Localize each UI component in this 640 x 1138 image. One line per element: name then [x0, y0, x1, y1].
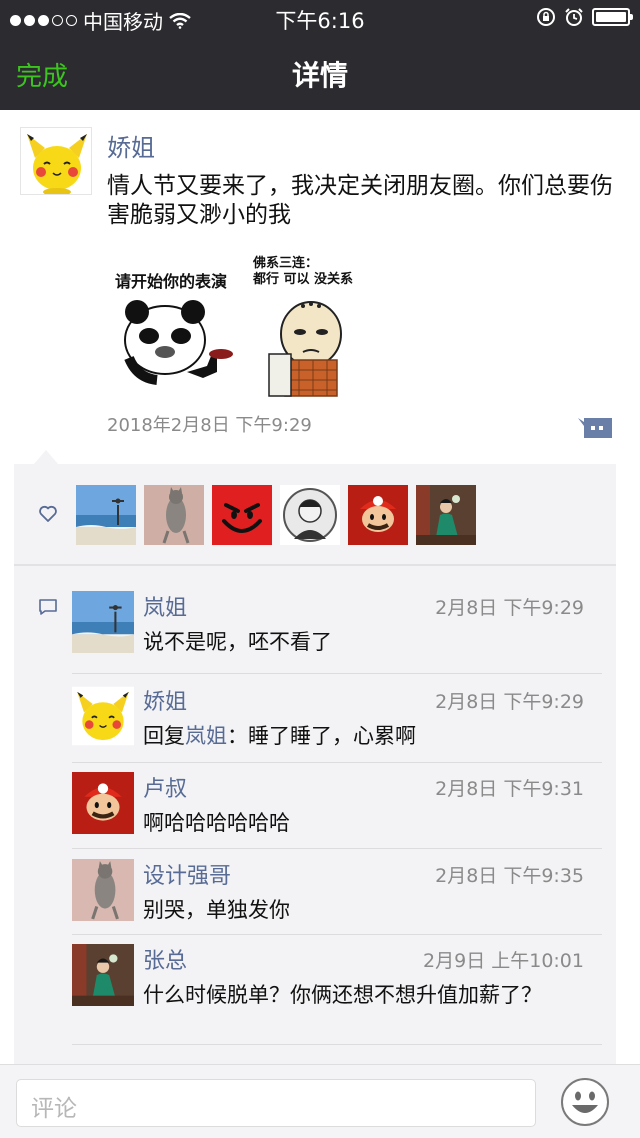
commenter-avatar[interactable] — [72, 685, 134, 747]
mario-avatar-icon — [348, 485, 408, 545]
comment-item[interactable]: 娇姐 2月8日 下午9:29 回复岚姐：睡了睡了，心累啊 — [72, 684, 603, 750]
comment-outline-icon — [39, 599, 57, 615]
rotation-lock-icon — [537, 8, 555, 26]
comment-text: 啊哈哈哈哈哈哈 — [143, 811, 290, 835]
comment-item[interactable]: 张总 2月9日 上午10:01 什么时候脱单？你俩还想不想升值加薪了？ — [72, 943, 602, 1007]
like-avatar-portrait[interactable] — [280, 485, 340, 545]
commenter-name[interactable]: 设计强哥 — [143, 858, 231, 890]
like-avatar-red-devil[interactable] — [212, 485, 272, 545]
beach-avatar-icon — [76, 485, 136, 545]
panda-meme-icon — [124, 300, 342, 397]
comment-input-bar: 评论 — [0, 1064, 640, 1138]
post-image[interactable]: 请开始你的表演 佛系三连： 都行 可以 没关系 — [107, 248, 379, 398]
commenter-name[interactable]: 娇姐 — [143, 684, 187, 716]
top-bar: 中国移动 下午6:16 完成 详情 — [0, 0, 640, 110]
like-avatar-beach[interactable] — [76, 485, 136, 545]
reply-text: ：睡了睡了，心累啊 — [227, 724, 416, 748]
reply-prefix: 回复 — [143, 724, 185, 748]
battery-icon — [592, 8, 633, 26]
like-avatar-cat[interactable] — [144, 485, 204, 545]
commenter-name[interactable]: 卢叔 — [143, 771, 187, 803]
red-devil-smile-avatar-icon — [212, 485, 272, 545]
pikachu-avatar-icon — [72, 686, 134, 746]
mario-avatar-icon — [72, 772, 134, 834]
more-actions-button[interactable] — [578, 416, 612, 438]
cat-avatar-icon — [72, 859, 134, 921]
likes-row — [76, 485, 476, 545]
like-avatar-woman[interactable] — [416, 485, 476, 545]
comment-time: 2月8日 下午9:29 — [435, 597, 584, 619]
comment-bubble-icon — [578, 418, 612, 438]
emoji-button[interactable] — [560, 1077, 610, 1127]
reply-to-name[interactable]: 岚姐 — [185, 724, 227, 748]
smiley-face-icon — [561, 1078, 609, 1126]
comment-time: 2月8日 下午9:35 — [435, 865, 584, 887]
heart-outline-icon — [39, 505, 57, 522]
commenter-avatar[interactable] — [72, 944, 134, 1006]
pikachu-avatar-icon — [21, 128, 91, 194]
commenter-avatar[interactable] — [72, 591, 134, 653]
comment-text: 回复岚姐：睡了睡了，心累啊 — [143, 720, 603, 750]
comment-input[interactable]: 评论 — [16, 1079, 536, 1127]
comment-text: 什么时候脱单？你俩还想不想升值加薪了？ — [143, 983, 542, 1007]
comment-divider — [72, 848, 602, 849]
commenter-avatar[interactable] — [72, 772, 134, 834]
post-text: 情人节又要来了，我决定关闭朋友圈。你们总要伤害脆弱又渺小的我 — [107, 173, 613, 228]
commenter-avatar[interactable] — [72, 859, 134, 921]
comment-item[interactable]: 岚姐 2月8日 下午9:29 说不是呢，呸不看了 — [72, 590, 602, 654]
comment-item[interactable]: 设计强哥 2月8日 下午9:35 别哭，单独发你 — [72, 858, 602, 922]
woman-seated-avatar-icon — [416, 485, 476, 545]
comment-time: 2月8日 下午9:31 — [435, 778, 584, 800]
comment-divider — [72, 673, 602, 674]
cat-avatar-icon — [144, 485, 204, 545]
like-avatar-mario[interactable] — [348, 485, 408, 545]
comment-divider — [72, 762, 602, 763]
post-timestamp: 2018年2月8日 下午9:29 — [107, 415, 312, 436]
beach-avatar-icon — [72, 591, 134, 653]
status-bar: 中国移动 下午6:16 — [0, 0, 640, 36]
commenter-name[interactable]: 岚姐 — [143, 590, 187, 622]
comment-text: 别哭，单独发你 — [143, 898, 290, 922]
commenter-name[interactable]: 张总 — [143, 943, 187, 975]
alarm-icon — [565, 8, 583, 26]
comment-item[interactable]: 卢叔 2月8日 下午9:31 啊哈哈哈哈哈哈 — [72, 771, 602, 835]
post-author-avatar[interactable] — [20, 127, 92, 195]
panel-arrow — [34, 450, 58, 464]
comment-divider — [72, 1044, 602, 1045]
likes-comments-divider — [14, 564, 616, 566]
status-right — [536, 7, 633, 27]
comment-time: 2月9日 上午10:01 — [423, 950, 584, 972]
post-author-name[interactable]: 娇姐 — [107, 128, 155, 163]
woman-seated-avatar-icon — [72, 944, 134, 1006]
nav-bar: 完成 详情 — [0, 36, 640, 110]
comment-divider — [72, 934, 602, 935]
comment-text: 说不是呢，呸不看了 — [143, 630, 332, 654]
portrait-avatar-icon — [280, 485, 340, 545]
page-title: 详情 — [291, 59, 348, 92]
comment-time: 2月8日 下午9:29 — [435, 691, 584, 713]
